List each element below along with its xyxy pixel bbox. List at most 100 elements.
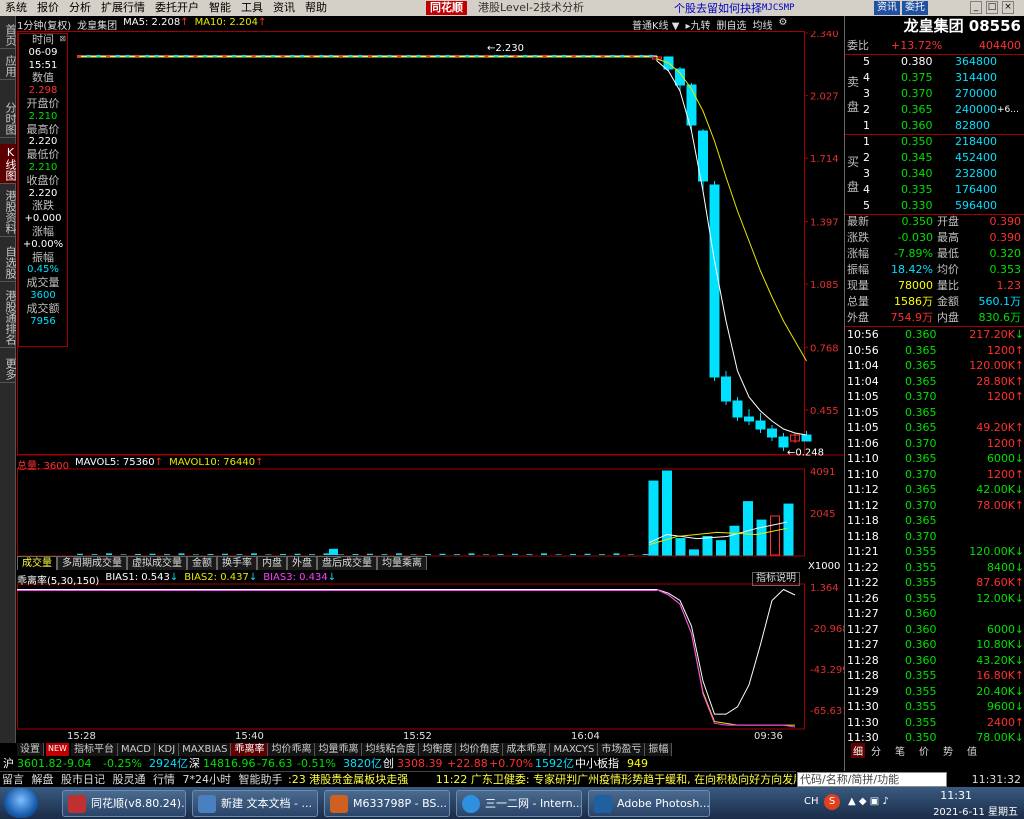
ticker-btn-diary[interactable]: 股市日记 — [59, 773, 107, 786]
kdj-tab[interactable]: KDJ — [154, 743, 180, 756]
menu-ext-market[interactable]: 扩展行情 — [96, 0, 150, 16]
ma-button[interactable]: 均线 — [752, 17, 772, 32]
task-bs[interactable]: M633798P - BS... — [324, 790, 450, 817]
sidebar-tab-hk-connect-rank[interactable]: 港股通排名 — [0, 288, 17, 348]
trade-button[interactable]: 委托 — [902, 1, 928, 15]
avg-price-bias-tab[interactable]: 均价乖离 — [268, 743, 316, 756]
ask-row[interactable]: 2 0.365 240000 +6... — [845, 102, 1024, 118]
task-photoshop[interactable]: Adobe Photosh... — [588, 790, 710, 817]
sidebar-tab-apps[interactable]: 应用 — [0, 53, 17, 80]
tab-amount[interactable]: 金额 — [187, 556, 217, 570]
info-button[interactable]: 资讯 — [874, 1, 900, 15]
menu-tools[interactable]: 工具 — [236, 0, 268, 16]
avg-vol-bias-tab[interactable]: 均量乖离 — [315, 743, 363, 756]
ticker-btn-market[interactable]: 行情 — [151, 773, 177, 786]
trade-price: 0.370 — [905, 529, 937, 543]
amplitude-tab[interactable]: 振幅 — [645, 743, 673, 756]
task-ths[interactable]: 同花顺(v8.80.24)... — [62, 790, 186, 817]
ma-convergence-tab[interactable]: 均线粘合度 — [362, 743, 420, 756]
tab-turnover[interactable]: 换手率 — [217, 556, 257, 570]
tab-trend[interactable]: 势 — [943, 743, 953, 758]
balance-tab[interactable]: 均衡度 — [419, 743, 457, 756]
tab-outer[interactable]: 外盘 — [287, 556, 317, 570]
bid-row[interactable]: 5 0.330 596400 — [845, 198, 1024, 214]
tab-virtual-volume[interactable]: 虚拟成交量 — [127, 556, 187, 570]
price-chart[interactable]: 2.340 2.027 1.714 1.397 1.085 0.768 0.455 ←2.23… — [17, 31, 844, 761]
menu-system[interactable]: 系统 — [0, 0, 32, 16]
sidebar-tab-home[interactable]: 首页 — [0, 22, 17, 49]
bid-row[interactable]: 4 0.335 176400 — [845, 182, 1024, 198]
volume-bar — [743, 501, 753, 556]
trade-time: 11:28 — [847, 653, 879, 667]
ask-row[interactable]: 4 0.375 314400 — [845, 70, 1024, 86]
input-lang[interactable]: CH — [804, 796, 819, 807]
maxcys-tab[interactable]: MAXCYS — [550, 743, 599, 756]
indicator-help-button[interactable]: 指标说明 — [752, 572, 800, 586]
sidebar-tab-more[interactable]: 更多 — [0, 356, 17, 383]
market-pnl-tab[interactable]: 市场盈亏 — [598, 743, 646, 756]
sidebar-tab-hk-info[interactable]: 港股资料 — [0, 188, 17, 237]
tab-after-hours-volume[interactable]: 盘后成交量 — [317, 556, 377, 570]
bid-row[interactable]: 2 0.345 452400 — [845, 150, 1024, 166]
tab-tick[interactable]: 笔 — [895, 743, 905, 758]
nine-turn-button[interactable]: ▸九转 — [685, 17, 710, 32]
data-window-close-icon[interactable]: ⊠ — [59, 34, 66, 43]
ticker-btn-comment[interactable]: 解盘 — [30, 773, 56, 786]
ask-row[interactable]: 1 0.360 82800 — [845, 118, 1024, 134]
ticker-btn-assistant[interactable]: 智能助手 — [237, 773, 285, 786]
tab-split[interactable]: 分 — [871, 743, 881, 758]
settings-gear-icon[interactable]: ⚙ — [778, 17, 787, 31]
kline-type-dropdown[interactable]: 普通K线 ▼ — [632, 17, 679, 32]
trade-row: 11:22 0.355 87.60K ↑ — [845, 575, 1024, 590]
tab-volume[interactable]: 成交量 — [17, 556, 57, 570]
tab-detail[interactable]: 细 — [851, 743, 865, 758]
menu-smart[interactable]: 智能 — [204, 0, 236, 16]
search-input[interactable]: 代码/名称/简拼/功能 — [797, 772, 947, 787]
task-ie[interactable]: 三一二网 - Intern... — [456, 790, 582, 817]
period-label[interactable]: 1分钟(复权) — [17, 17, 71, 32]
maxbias-tab[interactable]: MAXBIAS — [179, 743, 232, 756]
tab-price[interactable]: 价 — [919, 743, 929, 758]
ticker-headline-2[interactable]: 11:22 广东卫健委: 专家研判广州疫情形势趋于缓和, 在向积极向好方向发展 — [436, 773, 796, 786]
start-button[interactable] — [4, 788, 38, 818]
menu-info[interactable]: 资讯 — [268, 0, 300, 16]
sidebar-tab-timeshare[interactable]: 分时图 — [0, 100, 17, 138]
settings-tab[interactable]: 设置 — [17, 743, 44, 756]
sidebar-tab-kline[interactable]: K线图 — [0, 144, 17, 184]
task-notepad[interactable]: 新建 文本文档 - ... — [192, 790, 318, 817]
index-bar[interactable]: 沪 3601.82 -9.04 -0.25% 2924亿深 14816.96 -76.63-… — [0, 757, 844, 771]
tab-value[interactable]: 值 — [967, 743, 977, 758]
ask-row[interactable]: 5 0.380 364800 — [845, 54, 1024, 70]
indicator-platform-tab[interactable]: 指标平台 — [70, 743, 118, 756]
sogou-icon[interactable]: S — [824, 794, 840, 810]
tab-multi-period-volume[interactable]: 多周期成交量 — [57, 556, 127, 570]
menu-help[interactable]: 帮助 — [300, 0, 332, 16]
ticker-btn-24h[interactable]: 7*24小时 — [181, 773, 234, 786]
minimize-icon[interactable]: _ — [970, 1, 982, 14]
bias-tab[interactable]: 乖离率 — [231, 743, 269, 756]
menu-trade[interactable]: 委托开户 — [150, 0, 204, 16]
cost-bias-tab[interactable]: 成本乖离 — [503, 743, 551, 756]
remove-watchlist-button[interactable]: 删自选 — [716, 17, 746, 32]
tab-inner[interactable]: 内盘 — [257, 556, 287, 570]
index-item: +22.88 — [447, 757, 488, 770]
menu-analysis[interactable]: 分析 — [64, 0, 96, 16]
avg-price-angle-tab[interactable]: 均价角度 — [456, 743, 504, 756]
tab-volume-bias[interactable]: 均量乘离 — [377, 556, 427, 570]
bid-row[interactable]: 1 0.350 218400 — [845, 134, 1024, 150]
menu-quote[interactable]: 报价 — [32, 0, 64, 16]
bid-row[interactable]: 3 0.340 232800 — [845, 166, 1024, 182]
clock-display: 11:31:32 — [948, 772, 1024, 787]
ticker-btn-message[interactable]: 留言 — [0, 773, 26, 786]
trade-price: 0.355 — [905, 700, 937, 713]
tray-icons[interactable]: ▲ ◆ ▣ ♪ — [848, 796, 889, 807]
macd-tab[interactable]: MACD — [117, 743, 155, 756]
maximize-icon[interactable]: □ — [986, 1, 998, 14]
ask-row[interactable]: 3 0.370 270000 — [845, 86, 1024, 102]
top-notice-link[interactable]: 个股去留如何抉择 — [674, 0, 762, 16]
close-icon[interactable]: × — [1002, 1, 1014, 14]
ticker-headline-1[interactable]: :23 港股贵金属板块走强 — [288, 773, 432, 786]
ticker-btn-stock-link[interactable]: 股灵通 — [111, 773, 148, 786]
index-item: 3601.82 — [17, 757, 63, 770]
sidebar-tab-watchlist[interactable]: 自选股 — [0, 244, 17, 282]
